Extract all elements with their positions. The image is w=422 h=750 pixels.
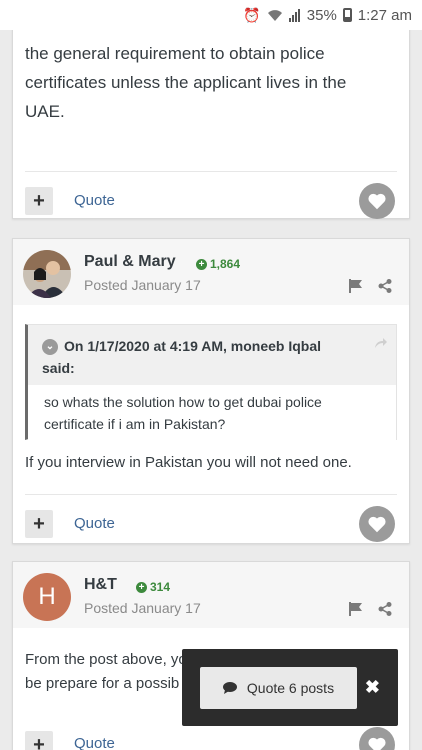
- post-card-1: the general requirement to obtain police…: [12, 0, 410, 219]
- like-button[interactable]: [359, 183, 395, 219]
- post-line: certificates unless the applicant lives …: [25, 73, 347, 92]
- plus-circle-icon: +: [196, 258, 207, 270]
- avatar[interactable]: H: [23, 573, 71, 621]
- multiquote-add-button[interactable]: +: [25, 731, 53, 750]
- flag-icon[interactable]: [349, 279, 363, 293]
- post-date[interactable]: Posted January 17: [84, 600, 201, 616]
- quote-posts-label: Quote 6 posts: [246, 680, 335, 696]
- author-name[interactable]: H&T: [84, 576, 117, 594]
- quote-citation-line1: On 1/17/2020 at 4:19 AM, moneeb Iqbal: [64, 338, 322, 354]
- divider: [25, 494, 397, 495]
- multiquote-toast: Quote 6 posts ✖: [182, 649, 398, 726]
- post-body: the general requirement to obtain police…: [25, 39, 401, 126]
- plus-circle-icon: +: [136, 581, 147, 593]
- post-date[interactable]: Posted January 17: [84, 277, 201, 293]
- like-button[interactable]: [359, 506, 395, 542]
- avatar-photo: [23, 250, 71, 298]
- clock: 1:27 am: [357, 6, 412, 24]
- reputation-count: 314: [150, 580, 171, 594]
- reputation-badge: + 1,864: [196, 257, 240, 271]
- quote-block: ⌄ On 1/17/2020 at 4:19 AM, moneeb Iqbal s…: [25, 324, 397, 441]
- quote-button[interactable]: Quote: [74, 735, 115, 750]
- post-card-2: Paul & Mary + 1,864 Posted January 17 ⌄ O…: [12, 238, 410, 544]
- quote-button[interactable]: Quote: [74, 192, 115, 209]
- post-header: Paul & Mary + 1,864 Posted January 17: [13, 239, 409, 305]
- wifi-icon: [267, 10, 282, 21]
- divider: [25, 171, 397, 172]
- heart-icon: [368, 516, 386, 533]
- battery-icon: [342, 8, 352, 22]
- heart-icon: [368, 737, 386, 750]
- post-line: UAE.: [25, 102, 65, 121]
- share-icon[interactable]: [378, 602, 392, 616]
- post-body: If you interview in Pakistan you will no…: [25, 454, 352, 471]
- reputation-badge: + 314: [136, 580, 170, 594]
- post-line: be prepare for a possib: [25, 675, 180, 692]
- status-bar: ⏰ 35% 1:27 am: [0, 0, 422, 30]
- multiquote-add-button[interactable]: +: [25, 187, 53, 215]
- post-body: From the post above, yo be prepare for a…: [25, 648, 187, 696]
- post-line: the general requirement to obtain police: [25, 44, 325, 63]
- share-arrow-icon[interactable]: [374, 337, 388, 349]
- avatar-letter: H: [38, 583, 56, 610]
- close-icon[interactable]: ✖: [365, 677, 380, 698]
- multiquote-add-button[interactable]: +: [25, 510, 53, 538]
- reputation-count: 1,864: [210, 257, 241, 271]
- post-line: From the post above, yo: [25, 651, 187, 668]
- chevron-circle-icon[interactable]: ⌄: [42, 339, 58, 356]
- share-icon[interactable]: [378, 279, 392, 293]
- like-button[interactable]: [359, 727, 395, 750]
- quote-citation-line2: said:: [42, 360, 75, 376]
- signal-icon: [288, 9, 300, 22]
- alarm-icon: ⏰: [243, 6, 261, 23]
- avatar[interactable]: [23, 250, 71, 298]
- post-header: H H&T + 314 Posted January 17: [13, 562, 409, 628]
- quote-citation: ⌄ On 1/17/2020 at 4:19 AM, moneeb Iqbal s…: [28, 325, 396, 385]
- author-name[interactable]: Paul & Mary: [84, 253, 176, 271]
- quote-button[interactable]: Quote: [74, 515, 115, 532]
- quote-text: so whats the solution how to get dubai p…: [28, 385, 396, 441]
- quote-posts-button[interactable]: Quote 6 posts: [200, 667, 357, 709]
- flag-icon[interactable]: [349, 602, 363, 616]
- comment-icon: [222, 682, 237, 694]
- heart-icon: [368, 193, 386, 210]
- battery-percent: 35%: [306, 6, 337, 24]
